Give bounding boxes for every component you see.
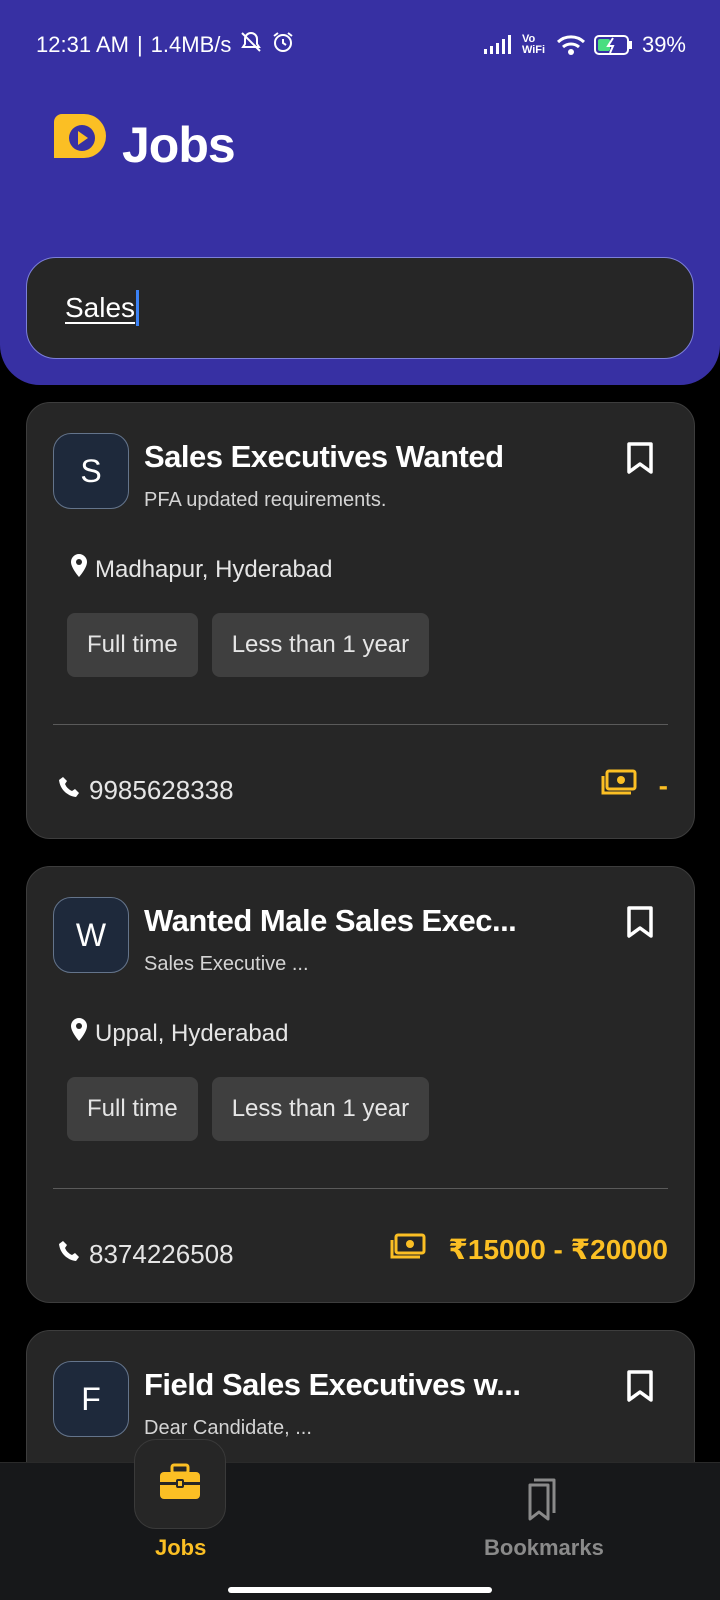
nav-jobs-label[interactable]: Jobs	[155, 1535, 206, 1561]
tag-experience: Less than 1 year	[211, 613, 430, 677]
battery-icon	[593, 34, 634, 56]
home-indicator[interactable]	[228, 1587, 492, 1593]
job-tags: Full time Less than 1 year	[67, 613, 430, 677]
job-card[interactable]: W Wanted Male Sales Exec... Sales Execut…	[26, 866, 695, 1303]
status-speed: 1.4MB/s	[150, 32, 232, 57]
job-title: Sales Executives Wanted	[144, 439, 504, 474]
header: 12:31 AM | 1.4MB/s Vo WiFi 39% Jobs Sale…	[0, 0, 720, 385]
tag-experience: Less than 1 year	[211, 1077, 430, 1141]
job-card[interactable]: S Sales Executives Wanted PFA updated re…	[26, 402, 695, 839]
bookmarks-icon[interactable]	[520, 1477, 560, 1528]
location-text: Uppal, Hyderabad	[95, 1019, 289, 1047]
nav-bookmarks-label[interactable]: Bookmarks	[484, 1535, 604, 1561]
divider	[53, 1188, 668, 1189]
signal-icon	[483, 35, 514, 55]
mute-alarm-icon	[239, 30, 263, 60]
salary-text: -	[658, 769, 668, 801]
job-location: Madhapur, Hyderabad	[69, 553, 333, 586]
job-title: Field Sales Executives w...	[144, 1367, 521, 1402]
money-icon	[601, 769, 637, 802]
status-time: 12:31 AM	[36, 32, 129, 57]
phone-icon	[57, 775, 81, 806]
job-phone[interactable]: 9985628338	[57, 775, 234, 806]
search-box[interactable]: Sales	[26, 257, 694, 359]
text-caret	[136, 290, 140, 326]
status-bar: 12:31 AM | 1.4MB/s Vo WiFi 39%	[0, 0, 720, 90]
bottom-nav: Jobs Bookmarks	[0, 1439, 720, 1600]
briefcase-icon	[158, 1463, 202, 1506]
wifi-icon	[556, 34, 586, 56]
bookmark-icon[interactable]	[626, 905, 654, 944]
status-right: Vo WiFi 39%	[483, 32, 686, 58]
brand: Jobs	[50, 112, 236, 177]
company-avatar: W	[53, 897, 129, 973]
phone-number: 9985628338	[89, 775, 234, 805]
salary-text: ₹15000 - ₹20000	[448, 1234, 668, 1265]
divider	[53, 724, 668, 725]
company-avatar: S	[53, 433, 129, 509]
tag-job-type: Full time	[67, 613, 198, 677]
location-pin-icon	[69, 1017, 89, 1050]
status-separator: |	[136, 32, 143, 57]
job-salary: -	[601, 769, 668, 802]
vowifi-label: Vo WiFi	[521, 33, 546, 56]
bookmark-icon[interactable]	[626, 441, 654, 480]
status-left: 12:31 AM | 1.4MB/s	[36, 30, 295, 60]
job-location: Uppal, Hyderabad	[69, 1017, 288, 1050]
app-logo-icon	[50, 112, 108, 177]
job-salary: ₹15000 - ₹20000	[390, 1233, 668, 1266]
location-text: Madhapur, Hyderabad	[95, 555, 333, 583]
nav-jobs-button[interactable]	[134, 1439, 226, 1529]
tag-job-type: Full time	[67, 1077, 198, 1141]
job-tags: Full time Less than 1 year	[67, 1077, 430, 1141]
phone-number: 8374226508	[89, 1239, 234, 1269]
company-avatar: F	[53, 1361, 129, 1437]
job-subtitle: Dear Candidate, ...	[144, 1417, 312, 1439]
job-phone[interactable]: 8374226508	[57, 1239, 234, 1270]
job-title: Wanted Male Sales Exec...	[144, 903, 517, 938]
alarm-clock-icon	[271, 30, 295, 60]
money-icon	[390, 1233, 426, 1266]
bookmark-icon[interactable]	[626, 1369, 654, 1408]
phone-icon	[57, 1239, 81, 1270]
page-title: Jobs	[122, 116, 236, 173]
location-pin-icon	[69, 553, 89, 586]
job-subtitle: Sales Executive ...	[144, 953, 309, 975]
battery-percent: 39%	[641, 32, 686, 57]
job-subtitle: PFA updated requirements.	[144, 489, 387, 511]
search-input[interactable]: Sales	[65, 292, 135, 324]
